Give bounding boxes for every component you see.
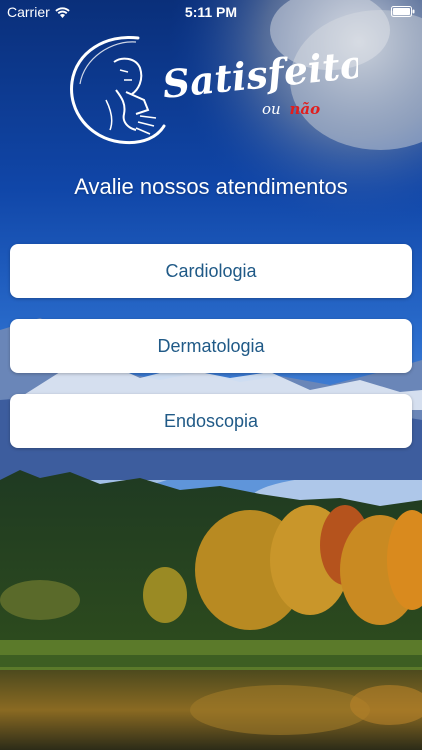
dermatologia-button[interactable]: Dermatologia [10,319,412,373]
battery-icon [391,6,415,17]
status-time: 5:11 PM [184,4,238,20]
page-title: Avalie nossos atendimentos [74,174,348,199]
logo-title: Satisfeito? [160,39,358,107]
menu-item-label: Dermatologia [157,335,265,356]
cardiologia-button[interactable]: Cardiologia [10,244,412,298]
status-bar: Carrier 5:11 PM [0,0,422,24]
app-screen: Carrier 5:11 PM Satisfeito? ou não Avali… [0,0,422,750]
endoscopia-button[interactable]: Endoscopia [10,394,412,448]
logo-subtitle-prefix: ou [262,100,281,118]
svg-text:ou não: ou não [262,100,320,118]
menu-item-label: Cardiologia [165,260,257,281]
logo-subtitle-accent: não [289,100,320,118]
menu-item-label: Endoscopia [163,410,259,431]
app-logo: Satisfeito? ou não [70,35,358,145]
